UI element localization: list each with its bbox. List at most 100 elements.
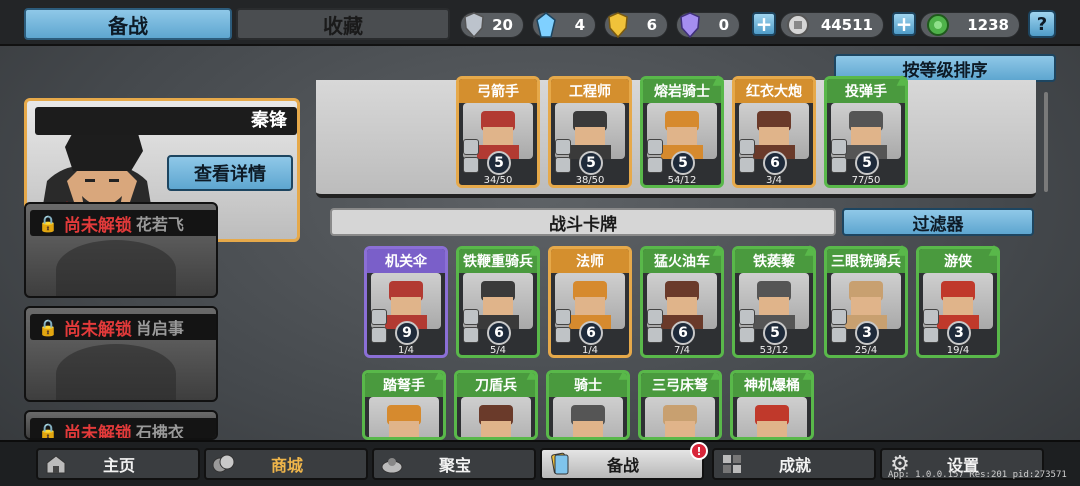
upgrade-arrow-icon: ▲ xyxy=(434,370,446,382)
card-name: 投弹手 xyxy=(845,84,887,100)
resource-gems: 1238 xyxy=(920,12,1020,38)
card-name: 工程师 xyxy=(569,84,611,100)
skill-icon-2 xyxy=(831,157,847,173)
upgrade-arrow-icon: ▲ xyxy=(896,72,908,88)
card-count: 1/4 xyxy=(397,345,415,356)
nav-home-label: 主页 xyxy=(102,456,135,475)
filter-button[interactable]: 过滤器 xyxy=(842,208,1034,236)
unit-card[interactable]: 法师 6 1/4 xyxy=(548,246,632,358)
upgrade-arrow-icon: ▲ xyxy=(712,72,724,88)
card-name: 三弓床弩 xyxy=(652,378,708,394)
card-level: 3 xyxy=(855,321,879,345)
unit-card[interactable]: 铁鞭重骑兵 ▲ 6 5/4 xyxy=(456,243,540,358)
card-name: 游侠 xyxy=(944,254,972,270)
unit-card[interactable]: 踏弩手 ▲ xyxy=(362,370,446,440)
card-count: 7/4 xyxy=(673,345,691,356)
card-art xyxy=(553,397,623,437)
unit-card[interactable]: 骑士 ▲ xyxy=(546,370,630,440)
locked-status: 尚未解锁 xyxy=(63,319,132,340)
resource-purple: 0 xyxy=(676,12,740,38)
tab-prepare[interactable]: 备战 xyxy=(24,8,232,40)
question-icon: ? xyxy=(1036,13,1048,35)
resource-gold: 6 xyxy=(604,12,668,38)
skill-icon-2 xyxy=(371,327,387,343)
lock-icon: 🔒 xyxy=(38,213,58,233)
card-name: 猛火油车 xyxy=(654,254,710,270)
battle-cards-header: 战斗卡牌 xyxy=(330,208,836,236)
help-button[interactable]: ? xyxy=(1028,10,1056,38)
unit-card[interactable]: 刀盾兵 ▲ xyxy=(454,370,538,440)
card-name: 三眼铳骑兵 xyxy=(831,254,901,270)
card-level: 5 xyxy=(671,151,695,175)
achievement-icon xyxy=(718,450,746,478)
coins-count: 44511 xyxy=(820,16,873,34)
crystal-count: 4 xyxy=(574,16,585,34)
upgrade-arrow-icon: ▲ xyxy=(896,242,908,258)
deck-scrollbar[interactable] xyxy=(1044,92,1048,192)
add-gems-button[interactable]: + xyxy=(892,12,916,36)
purple-shield-icon xyxy=(675,9,705,41)
skill-icon-1 xyxy=(463,139,479,155)
upgrade-arrow-icon: ▲ xyxy=(618,370,630,382)
unit-card[interactable]: 神机爆桶 ▲ xyxy=(730,370,814,440)
skill-icon-2 xyxy=(739,327,755,343)
blue-crystal-icon xyxy=(531,9,561,41)
hero-name: 秦锋 xyxy=(35,107,297,135)
upgrade-arrow-icon: ▲ xyxy=(804,242,816,258)
nav-achievements[interactable]: 成就 xyxy=(712,448,876,480)
cards-icon xyxy=(546,450,574,478)
locked-hero-name: 石拂衣 xyxy=(135,423,184,440)
skill-icon-1 xyxy=(463,309,479,325)
card-name: 熔岩骑士 xyxy=(654,84,710,100)
card-level: 6 xyxy=(579,321,603,345)
unit-card[interactable]: 铁蒺藜 ▲ 5 53/12 xyxy=(732,242,816,358)
card-count: 38/50 xyxy=(575,175,605,186)
card-name: 法师 xyxy=(576,254,604,270)
nav-shop[interactable]: 商城 xyxy=(204,448,368,480)
unit-card[interactable]: 熔岩骑士 ▲ 5 54/12 xyxy=(640,72,724,188)
nav-treasure[interactable]: 聚宝 xyxy=(372,448,536,480)
locked-status: 尚未解锁 xyxy=(63,423,132,440)
card-count: 77/50 xyxy=(851,175,881,186)
unit-card[interactable]: 猛火油车 ▲ 6 7/4 xyxy=(640,243,724,358)
resource-crystal: 4 xyxy=(532,12,596,38)
skill-icon-2 xyxy=(555,327,571,343)
upgrade-arrow-icon: ▲ xyxy=(526,370,538,382)
skill-icon-1 xyxy=(555,139,571,155)
unit-card[interactable]: 机关伞 9 1/4 xyxy=(364,246,448,358)
unit-card[interactable]: 投弹手 ▲ 5 77/50 xyxy=(824,72,908,188)
unit-card[interactable]: 红衣大炮 6 3/4 xyxy=(732,76,816,188)
unit-card[interactable]: 工程师 5 38/50 xyxy=(548,76,632,188)
view-details-button[interactable]: 查看详情 xyxy=(167,155,293,191)
nav-home[interactable]: 主页 xyxy=(36,448,200,480)
locked-hero-name: 肖启事 xyxy=(135,319,184,338)
top-bar: 备战 收藏 20 4 6 0 + 44511 + 1238 ? xyxy=(0,0,1080,46)
unit-card[interactable]: 三眼铳骑兵 ▲ 3 25/4 xyxy=(824,242,908,358)
locked-hero-3[interactable]: 🔒 尚未解锁 石拂衣 xyxy=(24,410,218,440)
nav-prepare[interactable]: 备战 ! xyxy=(540,442,708,480)
silver-count: 20 xyxy=(492,16,513,34)
hero-silhouette xyxy=(56,344,176,400)
skill-icon-1 xyxy=(831,139,847,155)
card-art xyxy=(461,397,531,437)
card-level: 5 xyxy=(487,151,511,175)
add-coins-button[interactable]: + xyxy=(752,12,776,36)
unit-card[interactable]: 弓箭手 5 34/50 xyxy=(456,76,540,188)
locked-hero-1[interactable]: 🔒 尚未解锁 花若飞 xyxy=(24,202,218,298)
card-count: 34/50 xyxy=(483,175,513,186)
locked-hero-2[interactable]: 🔒 尚未解锁 肖启事 xyxy=(24,306,218,402)
purple-count: 0 xyxy=(718,16,729,34)
skill-icon-1 xyxy=(739,309,755,325)
unit-card[interactable]: 游侠 ▲ 3 19/4 xyxy=(916,243,1000,358)
unit-card[interactable]: 三弓床弩 ▲ xyxy=(638,370,722,440)
card-count: 53/12 xyxy=(759,345,789,356)
tab-collection[interactable]: 收藏 xyxy=(236,8,450,40)
skill-icon-2 xyxy=(831,327,847,343)
locked-hero-name: 花若飞 xyxy=(135,215,184,234)
alert-badge: ! xyxy=(690,442,708,460)
card-count: 54/12 xyxy=(667,175,697,186)
skill-icon-1 xyxy=(923,309,939,325)
silver-coin-icon xyxy=(783,9,813,41)
nav-shop-label: 商城 xyxy=(270,456,303,475)
resource-coins: 44511 xyxy=(780,12,884,38)
